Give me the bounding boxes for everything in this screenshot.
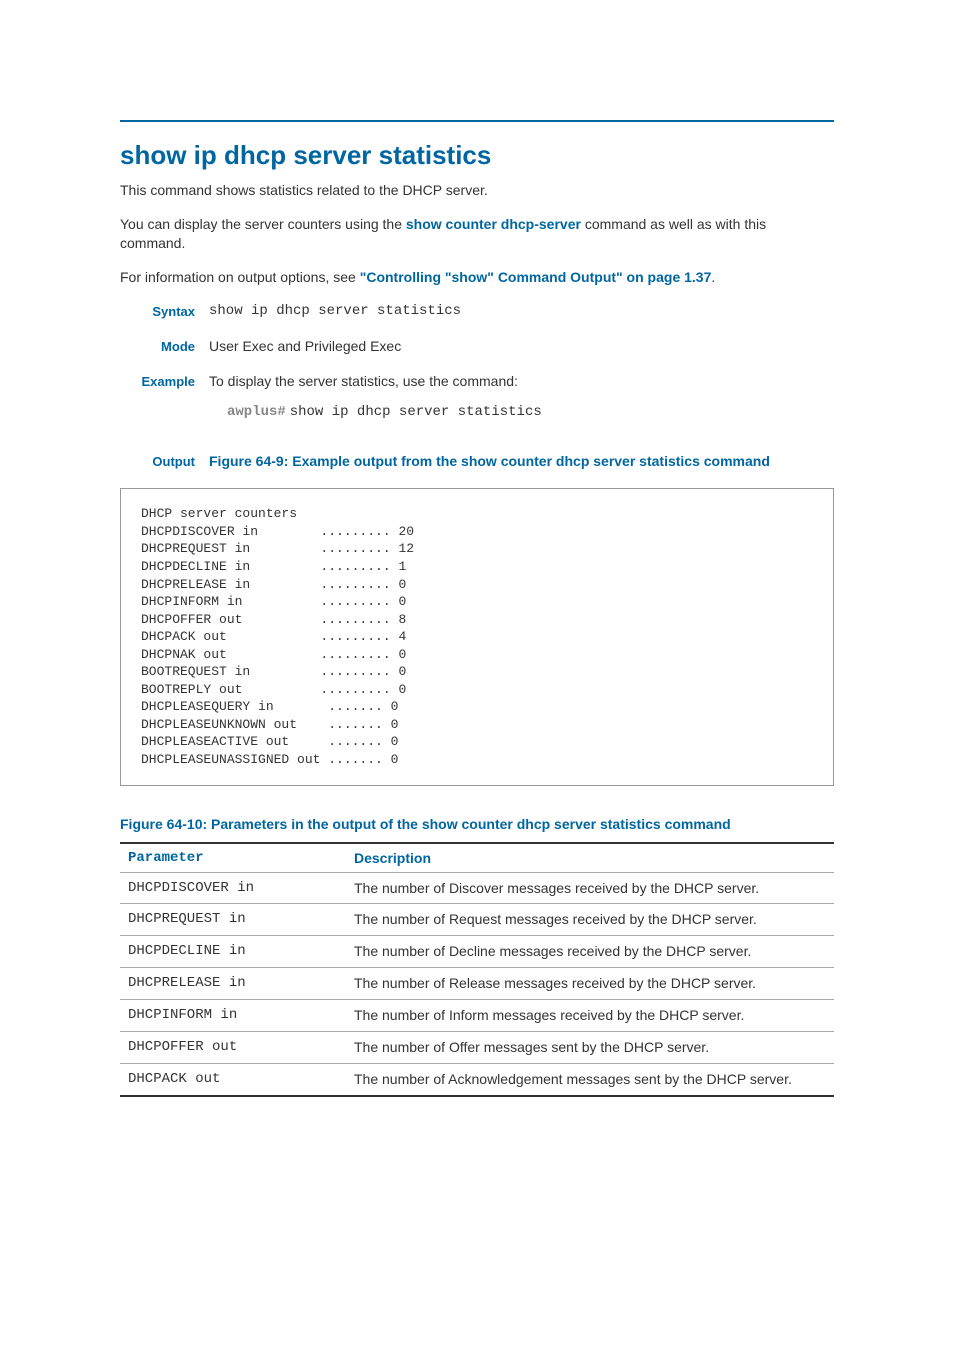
parameter-description: The number of Offer messages sent by the… bbox=[346, 1032, 834, 1064]
parameter-name: DHCPRELEASE in bbox=[120, 968, 346, 1000]
parameter-description: The number of Decline messages received … bbox=[346, 936, 834, 968]
parameter-description: The number of Release messages received … bbox=[346, 968, 834, 1000]
parameter-name: DHCPREQUEST in bbox=[120, 904, 346, 936]
intro-paragraph-1: This command shows statistics related to… bbox=[120, 181, 834, 201]
table-row: DHCPACK outThe number of Acknowledgement… bbox=[120, 1063, 834, 1095]
parameter-name: DHCPOFFER out bbox=[120, 1032, 346, 1064]
parameter-name: DHCPINFORM in bbox=[120, 1000, 346, 1032]
cli-command: show ip dhcp server statistics bbox=[290, 404, 542, 420]
page-title: show ip dhcp server statistics bbox=[120, 140, 834, 171]
text-fragment: You can display the server counters usin… bbox=[120, 216, 406, 232]
table-head-description: Description bbox=[346, 843, 834, 873]
syntax-label: Syntax bbox=[120, 301, 209, 322]
parameter-description: The number of Request messages received … bbox=[346, 904, 834, 936]
table-row: DHCPREQUEST inThe number of Request mess… bbox=[120, 904, 834, 936]
figure-caption-2: Figure 64-10: Parameters in the output o… bbox=[120, 816, 834, 832]
text-fragment: . bbox=[711, 269, 715, 285]
table-row: DHCPRELEASE inThe number of Release mess… bbox=[120, 968, 834, 1000]
parameter-description: The number of Inform messages received b… bbox=[346, 1000, 834, 1032]
syntax-value: show ip dhcp server statistics bbox=[209, 301, 834, 322]
intro-paragraph-2: You can display the server counters usin… bbox=[120, 215, 834, 254]
table-row: DHCPOFFER outThe number of Offer message… bbox=[120, 1032, 834, 1064]
output-label: Output bbox=[120, 451, 209, 482]
table-head-parameter: Parameter bbox=[120, 843, 346, 873]
table-row: DHCPINFORM inThe number of Inform messag… bbox=[120, 1000, 834, 1032]
table-row: DHCPDECLINE inThe number of Decline mess… bbox=[120, 936, 834, 968]
controlling-show-output-link[interactable]: "Controlling "show" Command Output" on p… bbox=[360, 269, 712, 285]
example-text: To display the server statistics, use th… bbox=[209, 371, 834, 392]
figure-caption-1: Figure 64-9: Example output from the sho… bbox=[209, 451, 834, 472]
parameter-name: DHCPDISCOVER in bbox=[120, 872, 346, 904]
parameter-name: DHCPACK out bbox=[120, 1063, 346, 1095]
mode-label: Mode bbox=[120, 336, 209, 357]
table-row: DHCPDISCOVER inThe number of Discover me… bbox=[120, 872, 834, 904]
parameter-description: The number of Discover messages received… bbox=[346, 872, 834, 904]
example-label: Example bbox=[120, 371, 209, 437]
parameter-description: The number of Acknowledgement messages s… bbox=[346, 1063, 834, 1095]
show-counter-dhcp-server-link[interactable]: show counter dhcp-server bbox=[406, 216, 581, 232]
cli-prompt: awplus# bbox=[227, 404, 286, 420]
text-fragment: For information on output options, see bbox=[120, 269, 360, 285]
parameter-name: DHCPDECLINE in bbox=[120, 936, 346, 968]
intro-paragraph-3: For information on output options, see "… bbox=[120, 268, 834, 288]
mode-value: User Exec and Privileged Exec bbox=[209, 336, 834, 357]
parameters-table: Parameter Description DHCPDISCOVER inThe… bbox=[120, 842, 834, 1097]
output-block: DHCP server counters DHCPDISCOVER in ...… bbox=[120, 488, 834, 785]
